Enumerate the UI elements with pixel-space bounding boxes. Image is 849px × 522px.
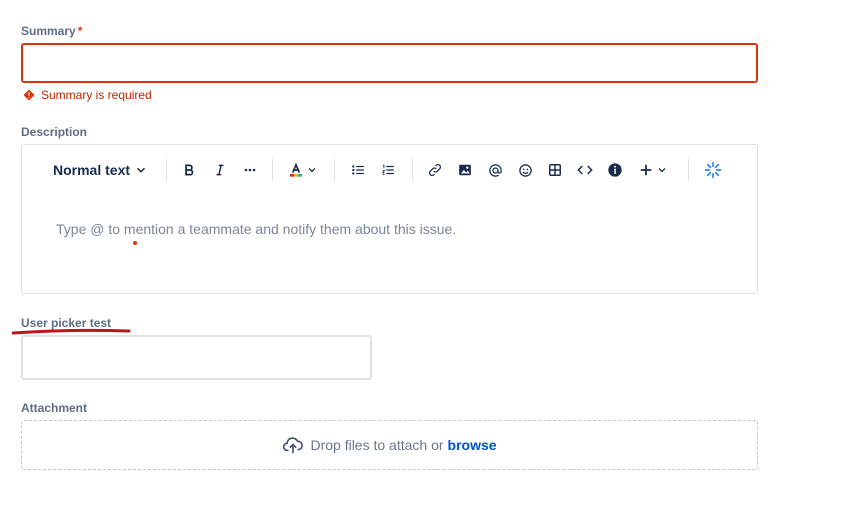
table-button[interactable] [546,159,564,181]
ai-assist-button[interactable] [704,159,722,181]
browse-link[interactable]: browse [448,437,497,453]
numbered-list-button[interactable] [379,159,397,181]
more-formatting-button[interactable] [241,159,259,181]
text-color-button[interactable] [287,159,319,181]
editor-toolbar: Normal text [22,145,757,195]
more-icon [244,168,256,172]
bullet-list-button[interactable] [349,159,367,181]
cloud-upload-icon [283,437,304,454]
info-icon [608,163,622,177]
loading-icon [704,161,722,179]
attachment-dropzone[interactable]: Drop files to attach or browse [21,420,758,470]
plus-icon [640,164,651,176]
chevron-down-icon [658,168,665,173]
italic-icon [216,164,224,176]
italic-button[interactable] [211,159,229,181]
annotation-dot [133,241,137,245]
toolbar-separator [272,159,273,181]
description-editor[interactable]: Normal text Type @ to mention a teammate… [21,144,758,294]
user-picker-input[interactable] [21,335,372,380]
summary-label: Summary * [21,24,82,38]
chevron-down-icon [308,168,316,173]
mention-icon [488,163,502,177]
summary-error-text: Summary is required [41,88,152,102]
text-style-label: Normal text [53,162,131,178]
text-style-dropdown[interactable]: Normal text [53,159,148,181]
numbered-list-icon [381,164,394,176]
bold-icon [185,164,194,176]
link-icon [429,164,441,176]
image-icon [459,164,471,176]
code-icon [577,165,593,175]
bold-button[interactable] [180,159,198,181]
chevron-down-icon [137,167,146,173]
emoji-button[interactable] [516,159,534,181]
emoji-icon [518,163,532,177]
required-asterisk: * [77,24,83,38]
toolbar-separator [412,159,413,181]
image-button[interactable] [456,159,474,181]
toolbar-separator [334,159,335,181]
summary-label-text: Summary [21,24,76,38]
toolbar-separator [166,159,167,181]
link-button[interactable] [426,159,444,181]
mention-button[interactable] [486,159,504,181]
summary-input[interactable] [21,43,758,83]
text-color-icon [290,162,302,177]
drop-text: Drop files to attach or [310,437,444,453]
summary-error: Summary is required [23,88,152,102]
insert-more-button[interactable] [637,159,669,181]
toolbar-separator [688,159,689,181]
table-icon [549,164,561,176]
code-button[interactable] [576,159,594,181]
error-icon [23,89,35,101]
description-placeholder: Type @ to mention a teammate and notify … [56,221,457,237]
attachment-label: Attachment [21,401,88,415]
info-panel-button[interactable] [606,159,624,181]
bullet-list-icon [352,165,364,175]
description-label: Description [21,125,88,139]
